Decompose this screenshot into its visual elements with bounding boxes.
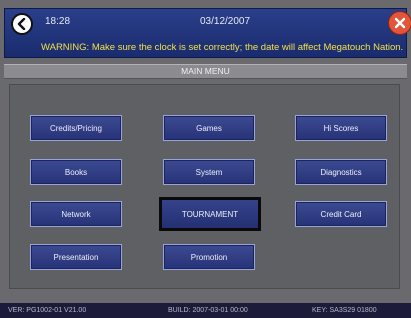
- clock-warning: WARNING: Make sure the clock is set corr…: [41, 42, 404, 53]
- clock-date: 03/12/2007: [200, 16, 251, 27]
- key-text: KEY: SA3S29 01800: [312, 307, 377, 314]
- tournament-button[interactable]: TOURNAMENT: [159, 197, 261, 231]
- back-arrow-icon: [17, 18, 26, 30]
- close-button[interactable]: [388, 11, 411, 35]
- menu-panel: Credits/Pricing Games Hi Scores Books Sy…: [9, 84, 400, 289]
- games-button[interactable]: Games: [163, 115, 255, 141]
- version-text: VER: PG1002-01 V21.00: [8, 307, 87, 314]
- presentation-button[interactable]: Presentation: [30, 244, 122, 270]
- credits-pricing-button[interactable]: Credits/Pricing: [30, 115, 122, 141]
- network-button[interactable]: Network: [30, 201, 122, 227]
- credit-card-button[interactable]: Credit Card: [295, 201, 387, 227]
- main-menu-screen: 18:28 03/12/2007 WARNING: Make sure the …: [0, 0, 411, 318]
- top-bar: 18:28 03/12/2007 WARNING: Make sure the …: [4, 8, 411, 58]
- back-button[interactable]: [11, 13, 33, 35]
- close-icon: [394, 17, 406, 29]
- build-text: BUILD: 2007-03-01 00:00: [168, 307, 248, 314]
- menu-title: MAIN MENU: [4, 64, 407, 79]
- diagnostics-button[interactable]: Diagnostics: [295, 159, 387, 185]
- system-button[interactable]: System: [163, 159, 255, 185]
- clock-time: 18:28: [45, 16, 71, 27]
- hi-scores-button[interactable]: Hi Scores: [295, 115, 387, 141]
- promotion-button[interactable]: Promotion: [163, 244, 255, 270]
- status-bar: VER: PG1002-01 V21.00 BUILD: 2007-03-01 …: [0, 303, 411, 318]
- books-button[interactable]: Books: [30, 159, 122, 185]
